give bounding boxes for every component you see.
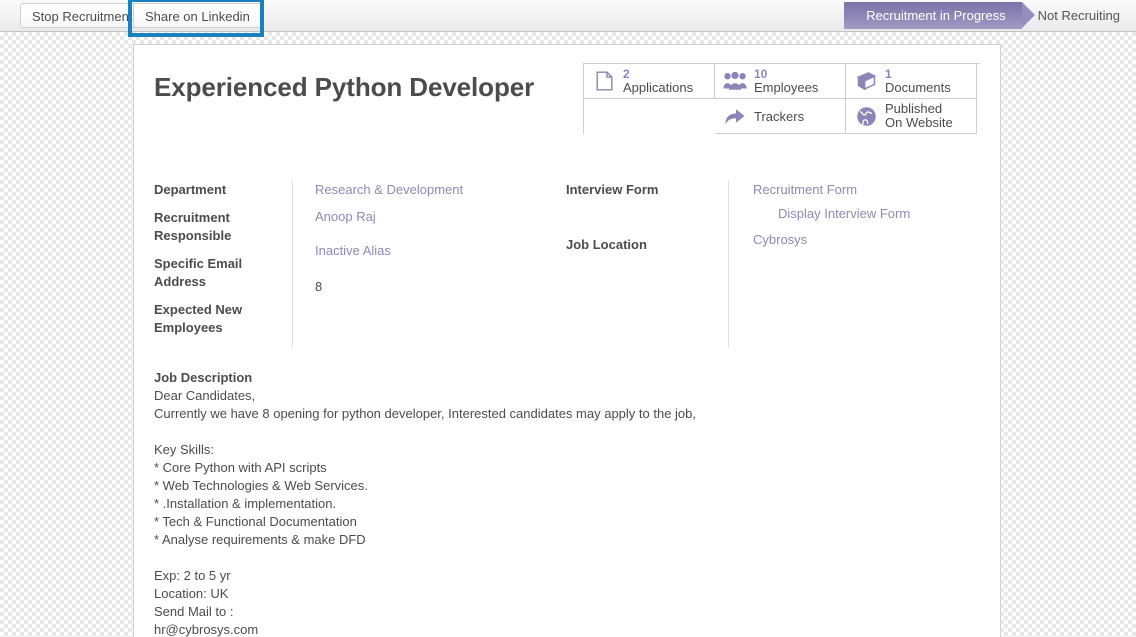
- description-line: Key Skills:: [154, 442, 214, 457]
- stat-label: Trackers: [754, 108, 805, 124]
- label-department: Department: [154, 182, 227, 197]
- fields-right-values: Recruitment Form Display Interview Form …: [728, 181, 980, 347]
- fields-left-values: Research & Development Anoop Raj Inactiv…: [292, 181, 566, 347]
- fields-left-labels: Department Recruitment Responsible Speci…: [154, 181, 292, 347]
- job-description-heading: Job Description: [154, 370, 253, 385]
- fields-left-group: Department Recruitment Responsible Speci…: [154, 181, 566, 347]
- card-header: Experienced Python Developer 2 Applicati…: [154, 63, 980, 134]
- stat-button-employees[interactable]: 10 Employees: [715, 64, 846, 99]
- stat-button-trackers[interactable]: Trackers: [715, 99, 846, 134]
- book-icon: [853, 71, 879, 91]
- value-department[interactable]: Research & Development: [315, 181, 566, 199]
- description-line: * .Installation & implementation.: [154, 496, 337, 511]
- page-title: Experienced Python Developer: [154, 72, 535, 102]
- status-pipeline: Recruitment in Progress Not Recruiting: [844, 2, 1136, 29]
- link-display-interview-form[interactable]: Display Interview Form: [753, 205, 980, 223]
- fields-area: Department Recruitment Responsible Speci…: [154, 181, 980, 347]
- stat-button-published-on-website[interactable]: Published On Website: [846, 99, 977, 134]
- description-line: * Web Technologies & Web Services.: [154, 478, 368, 493]
- label-recruitment-responsible-line2: Responsible: [154, 228, 232, 243]
- label-interview-form: Interview Form: [566, 182, 659, 197]
- description-line: hr@cybrosys.com: [154, 622, 259, 637]
- value-job-location[interactable]: Cybrosys: [753, 231, 980, 249]
- people-icon: [722, 71, 748, 91]
- description-line: Dear Candidates,: [154, 388, 256, 403]
- stat-button-documents[interactable]: 1 Documents: [846, 64, 977, 99]
- share-on-linkedin-button[interactable]: Share on Linkedin: [133, 3, 262, 28]
- label-job-location: Job Location: [566, 237, 647, 252]
- stat-label: Employees: [754, 80, 819, 95]
- description-line: * Tech & Functional Documentation: [154, 514, 357, 529]
- stat-buttons-group: 2 Applications 10 Employees 1 Documents …: [583, 63, 980, 134]
- stop-recruitment-button[interactable]: Stop Recruitment: [20, 3, 145, 28]
- label-specific-email-line2: Address: [154, 274, 207, 289]
- globe-icon: [853, 106, 879, 127]
- description-blank-line: [154, 423, 980, 441]
- value-recruitment-responsible[interactable]: Anoop Raj: [315, 208, 566, 226]
- stat-cell-empty: [584, 99, 715, 134]
- description-line: * Core Python with API scripts: [154, 460, 327, 475]
- status-step-not-recruiting[interactable]: Not Recruiting: [1034, 2, 1136, 29]
- description-blank-line: [154, 549, 980, 567]
- status-step-recruitment-in-progress[interactable]: Recruitment in Progress: [844, 2, 1036, 29]
- stat-button-applications[interactable]: 2 Applications: [584, 64, 715, 99]
- job-description-section: Job Description Dear Candidates, Current…: [154, 369, 980, 637]
- fields-right-group: Interview Form Job Location Recruitment …: [566, 181, 980, 347]
- label-recruitment-responsible-line1: Recruitment: [154, 210, 230, 225]
- stat-label: Applications: [623, 80, 694, 95]
- fields-right-labels: Interview Form Job Location: [566, 181, 728, 347]
- description-line: Send Mail to :: [154, 604, 234, 619]
- share-arrow-icon: [722, 107, 748, 126]
- top-toolbar: Stop Recruitment Share on Linkedin Recru…: [0, 0, 1136, 37]
- description-line: Currently we have 8 opening for python d…: [154, 406, 697, 421]
- description-line: * Analyse requirements & make DFD: [154, 532, 366, 547]
- stat-label: Documents: [885, 80, 951, 95]
- stat-label-line2: On Website: [885, 115, 953, 130]
- value-expected-new-employees: 8: [315, 279, 323, 294]
- document-icon: [591, 71, 617, 91]
- value-specific-email-address[interactable]: Inactive Alias: [315, 242, 566, 260]
- description-line: Location: UK: [154, 586, 229, 601]
- label-expected-new-employees-line2: Employees: [154, 320, 223, 335]
- stat-label-line1: Published: [885, 101, 943, 116]
- label-specific-email-line1: Specific Email: [154, 256, 243, 271]
- description-line: Exp: 2 to 5 yr: [154, 568, 231, 583]
- value-interview-form[interactable]: Recruitment Form: [753, 181, 980, 199]
- job-position-card: Experienced Python Developer 2 Applicati…: [133, 44, 1001, 637]
- label-expected-new-employees-line1: Expected New: [154, 302, 243, 317]
